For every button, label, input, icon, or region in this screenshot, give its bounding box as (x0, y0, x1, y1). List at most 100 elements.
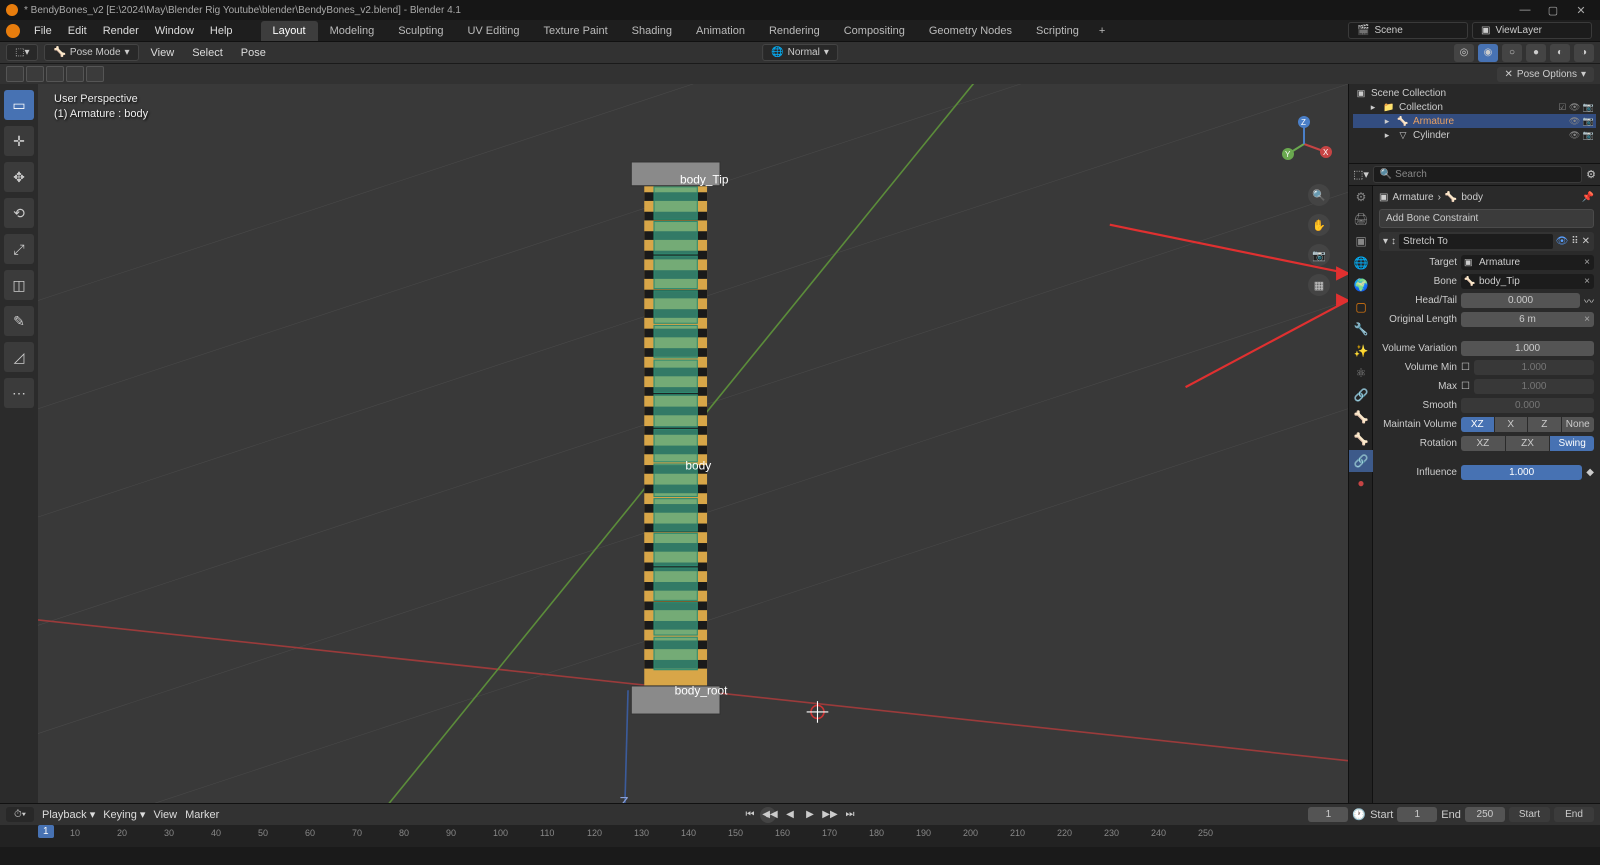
select-extend-icon[interactable] (26, 66, 44, 82)
seg-rot-xz[interactable]: XZ (1461, 436, 1505, 451)
viewlayer-selector[interactable]: ▣ViewLayer (1472, 22, 1592, 39)
pose-options-dropdown[interactable]: ✕Pose Options▾ (1497, 67, 1594, 82)
influence-slider[interactable]: 1.000 (1461, 465, 1582, 480)
tab-armature-icon[interactable]: 🦴 (1349, 406, 1373, 428)
workspace-tab-rendering[interactable]: Rendering (757, 21, 832, 41)
end-frame-field[interactable]: 250 (1465, 807, 1505, 822)
props-type-dropdown[interactable]: ⬚▾ (1353, 168, 1369, 181)
tool-rotate[interactable]: ⟲ (4, 198, 34, 228)
seg-x[interactable]: X (1495, 417, 1528, 432)
menu-help[interactable]: Help (202, 25, 241, 37)
clock-icon[interactable]: 🕐 (1352, 808, 1366, 821)
add-bone-constraint-button[interactable]: Add Bone Constraint (1379, 209, 1594, 228)
tool-more[interactable]: ⋯ (4, 378, 34, 408)
properties-search-input[interactable]: 🔍 Search (1373, 166, 1582, 183)
blender-icon[interactable] (6, 24, 20, 38)
eye-icon[interactable]: 👁 (1556, 236, 1569, 247)
window-maximize-button[interactable]: ▢ (1546, 4, 1560, 17)
window-minimize-button[interactable]: — (1518, 4, 1532, 17)
expand-icon[interactable]: ▾ (1383, 236, 1388, 247)
select-subtract-icon[interactable] (86, 66, 104, 82)
delete-constraint-icon[interactable]: ✕ (1582, 236, 1590, 247)
workspace-tab-uv-editing[interactable]: UV Editing (455, 21, 531, 41)
tool-cursor[interactable]: ✛ (4, 126, 34, 156)
props-filter-icon[interactable]: ⚙ (1586, 168, 1596, 181)
current-frame-field[interactable]: 1 (1308, 807, 1348, 822)
editor-type-dropdown[interactable]: ⬚▾ (6, 44, 38, 61)
maintain-volume-segmented[interactable]: XZ X Z None (1461, 417, 1594, 432)
viewport-shading-wire[interactable]: ○ (1502, 44, 1522, 62)
workspace-tab-animation[interactable]: Animation (684, 21, 757, 41)
outliner-item-cylinder[interactable]: ▸▽Cylinder👁 📷 (1353, 128, 1596, 142)
tab-object-icon[interactable]: ▢ (1349, 296, 1373, 318)
prev-keyframe-icon[interactable]: ◀◀ (761, 807, 779, 823)
menu-file[interactable]: File (26, 25, 60, 37)
volvar-field[interactable]: 1.000 (1461, 341, 1594, 356)
outliner[interactable]: ▣Scene Collection ▸📁Collection☑ 👁 📷 ▸🦴Ar… (1349, 84, 1600, 164)
seg-rot-zx[interactable]: ZX (1506, 436, 1550, 451)
workspace-tab-modeling[interactable]: Modeling (318, 21, 387, 41)
scene-selector[interactable]: 🎬Scene (1348, 22, 1468, 39)
viewport-shading-rendered[interactable]: ◑ (1574, 44, 1594, 62)
orientation-dropdown[interactable]: 🌐Normal▾ (762, 44, 838, 61)
tab-render-icon[interactable]: ⚙ (1349, 186, 1373, 208)
keyframe-icon[interactable]: ◆ (1586, 467, 1594, 478)
preview-start-field[interactable]: Start (1509, 807, 1550, 822)
workspace-tab-layout[interactable]: Layout (261, 21, 318, 41)
tab-viewlayer-icon[interactable]: ▣ (1349, 230, 1373, 252)
checkbox-volmax[interactable]: ☐ (1461, 381, 1470, 392)
pin-icon[interactable]: 📌 (1582, 192, 1594, 203)
tab-modifier-icon[interactable]: 🔧 (1349, 318, 1373, 340)
bone-field[interactable]: 🦴body_Tip (1461, 274, 1594, 289)
select-intersect-icon[interactable] (66, 66, 84, 82)
menu-window[interactable]: Window (147, 25, 202, 37)
seg-z[interactable]: Z (1528, 417, 1561, 432)
workspace-tab-sculpting[interactable]: Sculpting (386, 21, 455, 41)
preview-end-field[interactable]: End (1554, 807, 1594, 822)
play-icon[interactable]: ▶ (801, 807, 819, 823)
tab-physics-icon[interactable]: ⚛ (1349, 362, 1373, 384)
viewport-gizmo-toggle[interactable]: ◎ (1454, 44, 1474, 62)
timeline-view[interactable]: View (153, 809, 177, 821)
workspace-tab-scripting[interactable]: Scripting (1024, 21, 1091, 41)
jump-start-icon[interactable]: ⏮ (741, 807, 759, 823)
checkbox-volmin[interactable]: ☐ (1461, 362, 1470, 373)
play-reverse-icon[interactable]: ◀ (781, 807, 799, 823)
perspective-icon[interactable]: ▦ (1308, 274, 1330, 296)
tab-output-icon[interactable]: 🖨 (1349, 208, 1373, 230)
seg-none[interactable]: None (1562, 417, 1595, 432)
camera-icon[interactable]: 📷 (1308, 244, 1330, 266)
workspace-tab-compositing[interactable]: Compositing (832, 21, 917, 41)
window-close-button[interactable]: ✕ (1574, 4, 1588, 17)
menu-view[interactable]: View (145, 47, 181, 59)
origlen-field[interactable]: 6 m (1461, 312, 1594, 327)
tool-measure[interactable]: ◿ (4, 342, 34, 372)
select-box-icon[interactable] (6, 66, 24, 82)
target-field[interactable]: ▣Armature (1461, 255, 1594, 270)
select-invert-icon[interactable] (46, 66, 64, 82)
outliner-collection[interactable]: ▸📁Collection☑ 👁 📷 (1353, 100, 1596, 114)
tab-world-icon[interactable]: 🌍 (1349, 274, 1373, 296)
start-frame-field[interactable]: 1 (1397, 807, 1437, 822)
jump-end-icon[interactable]: ⏭ (841, 807, 859, 823)
tool-scale[interactable]: ⤢ (4, 234, 34, 264)
tool-annotate[interactable]: ✎ (4, 306, 34, 336)
tab-particles-icon[interactable]: ✨ (1349, 340, 1373, 362)
viewport-shading-solid[interactable]: ● (1526, 44, 1546, 62)
menu-edit[interactable]: Edit (60, 25, 95, 37)
add-workspace-button[interactable]: + (1091, 21, 1113, 41)
constraint-name-field[interactable]: Stretch To (1399, 234, 1553, 249)
extras-icon[interactable]: ⠿ (1571, 236, 1578, 247)
menu-select[interactable]: Select (186, 47, 229, 59)
outliner-item-armature[interactable]: ▸🦴Armature👁 📷 (1353, 114, 1596, 128)
viewport-overlay-toggle[interactable]: ◉ (1478, 44, 1498, 62)
headtail-field[interactable]: 0.000 (1461, 293, 1580, 308)
timeline-cursor[interactable]: 1 (38, 825, 54, 838)
tab-constraint-object-icon[interactable]: 🔗 (1349, 384, 1373, 406)
tool-select[interactable]: ▭ (4, 90, 34, 120)
tool-move[interactable]: ✥ (4, 162, 34, 192)
timeline-keying[interactable]: Keying ▾ (103, 808, 145, 821)
rotation-segmented[interactable]: XZ ZX Swing (1461, 436, 1594, 451)
viewport-shading-matpreview[interactable]: ◐ (1550, 44, 1570, 62)
nav-gizmo[interactable]: X Y Z (1274, 114, 1334, 174)
